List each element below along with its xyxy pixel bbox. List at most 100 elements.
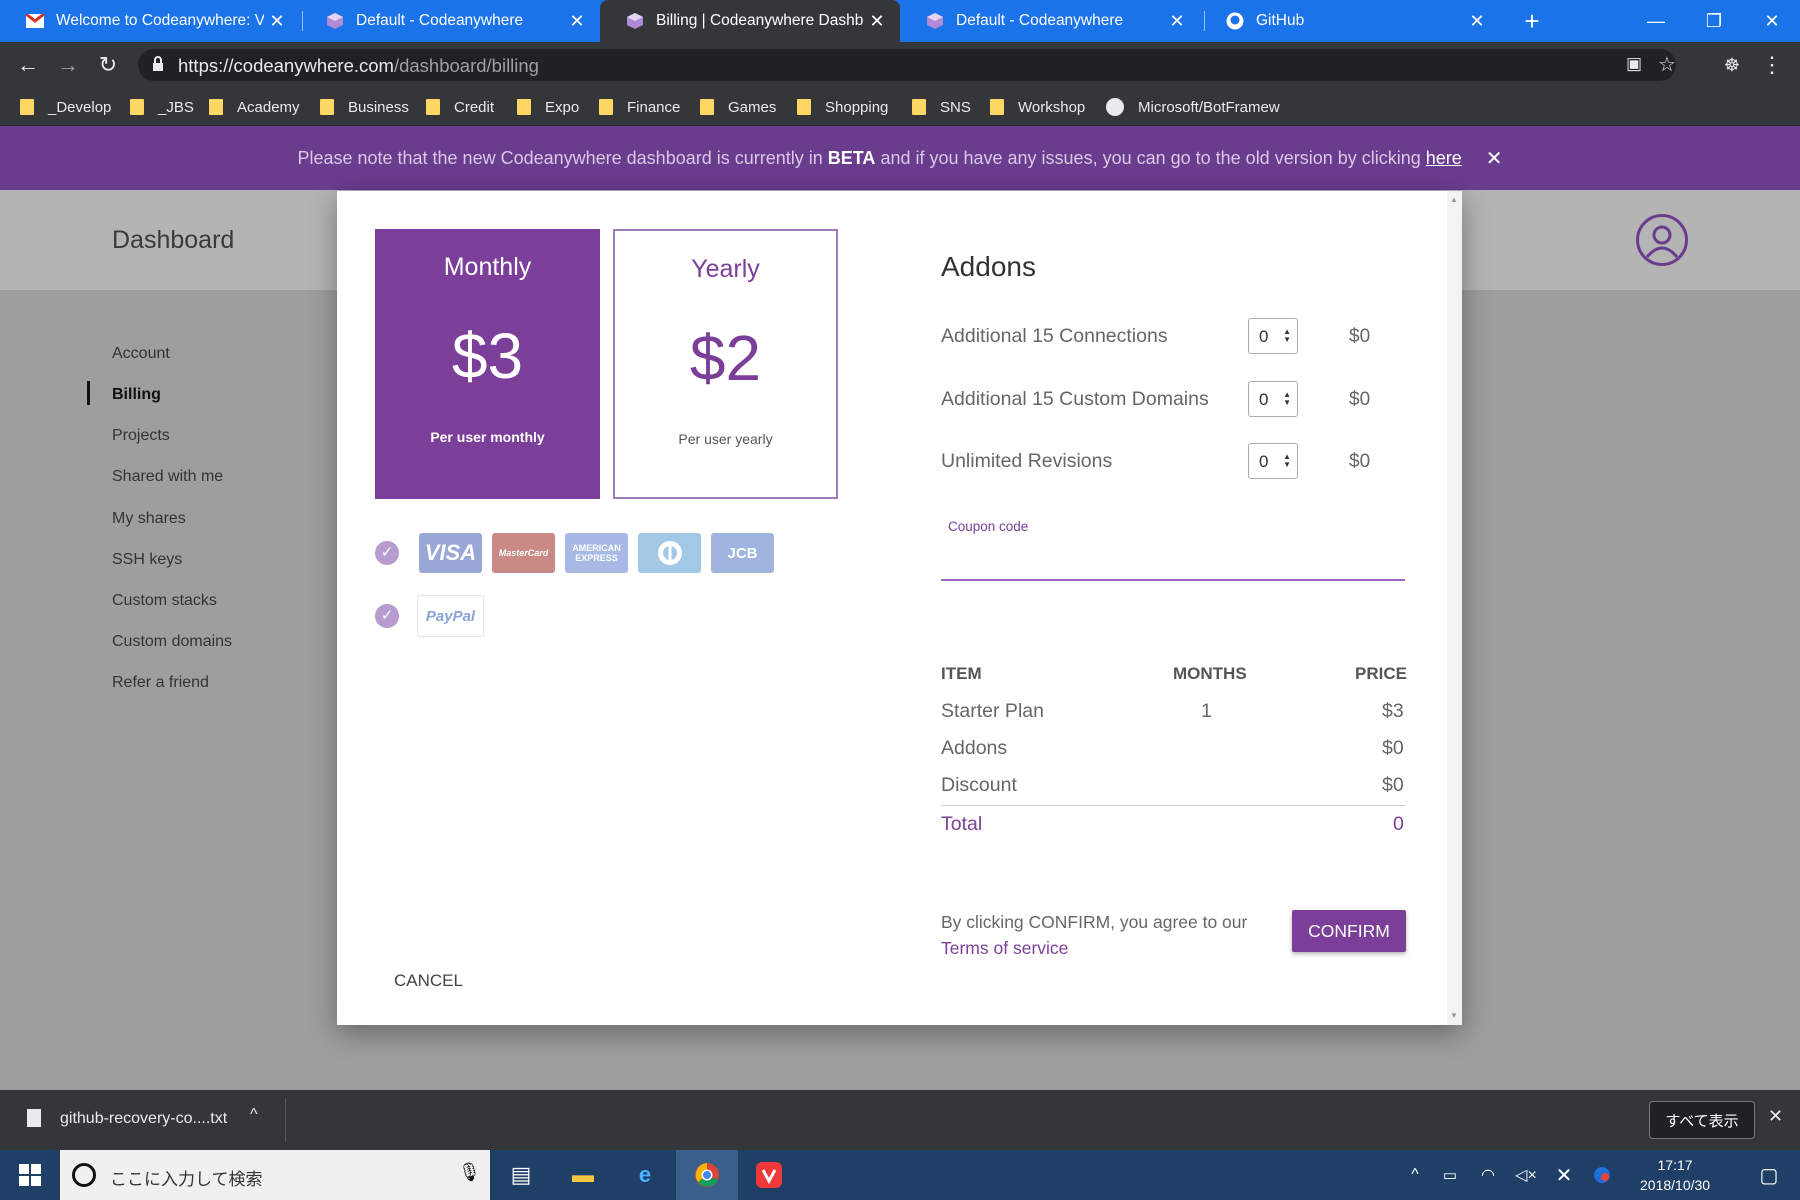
addon-price: $0 [1349, 451, 1371, 472]
volume-mute-icon[interactable]: ◁× [1508, 1150, 1544, 1200]
bookmark-item[interactable]: Expo [517, 88, 579, 126]
addon-label: Additional 15 Connections [941, 325, 1168, 347]
sidebar-item-custom-stacks[interactable]: Custom stacks [112, 592, 217, 610]
bookmark-star-icon[interactable]: ☆ [1658, 52, 1676, 77]
restore-button[interactable]: ❐ [1686, 0, 1742, 42]
scroll-down-icon[interactable]: ▼ [1450, 1011, 1458, 1020]
forward-icon[interactable]: → [48, 42, 88, 88]
addon-quantity-stepper[interactable]: 0 ▲ ▼ [1248, 318, 1298, 354]
windows-start-icon[interactable] [0, 1150, 60, 1200]
bookmark-item[interactable]: Finance [599, 88, 680, 126]
tab-default-1[interactable]: Default - Codeanywhere ✕ [300, 0, 600, 42]
stepper-arrows-icon[interactable]: ▲ ▼ [1283, 391, 1291, 407]
bookmark-item[interactable]: _Develop [20, 88, 111, 126]
menu-icon[interactable]: ⋮ [1752, 42, 1792, 88]
coupon-code-input[interactable] [941, 541, 1405, 579]
folder-icon [517, 99, 531, 115]
paypal-payment-radio[interactable]: ✓ [375, 604, 399, 628]
close-icon[interactable]: ✕ [1546, 1150, 1582, 1200]
divider [285, 1098, 286, 1142]
stepper-arrows-icon[interactable]: ▲ ▼ [1283, 453, 1291, 469]
close-banner-icon[interactable]: ✕ [1486, 146, 1503, 171]
tab-gmail[interactable]: Welcome to Codeanywhere: Veri ✕ [0, 0, 300, 42]
sidebar-item-account[interactable]: Account [112, 345, 170, 363]
terms-of-service-link[interactable]: Terms of service [941, 938, 1068, 958]
plan-yearly-card[interactable]: Yearly $2 Per user yearly [613, 229, 838, 499]
incognito-icon[interactable]: ☸ [1712, 42, 1752, 88]
tab-title: Default - Codeanywhere [956, 12, 1124, 29]
confirm-button[interactable]: CONFIRM [1292, 910, 1406, 952]
sidebar-item-shared-with-me[interactable]: Shared with me [112, 468, 223, 486]
modal-scrollbar[interactable]: ▲ ▼ [1447, 191, 1462, 1025]
close-shelf-icon[interactable]: ✕ [1768, 1106, 1783, 1127]
sidebar-item-ssh-keys[interactable]: SSH keys [112, 551, 182, 569]
file-explorer-icon[interactable]: ▬ [552, 1150, 614, 1200]
chevron-up-icon[interactable]: ^ [1400, 1150, 1430, 1200]
tab-github[interactable]: GitHub ✕ [1200, 0, 1500, 42]
close-tab-icon[interactable]: ✕ [564, 11, 590, 32]
onedrive-icon[interactable] [1584, 1150, 1620, 1200]
close-tab-icon[interactable]: ✕ [1164, 11, 1190, 32]
address-bar[interactable]: https://codeanywhere.com/dashboard/billi… [138, 49, 1676, 81]
sidebar-item-custom-domains[interactable]: Custom domains [112, 633, 232, 651]
scroll-up-icon[interactable]: ▲ [1450, 195, 1458, 204]
sidebar-item-refer-a-friend[interactable]: Refer a friend [112, 674, 209, 692]
avatar[interactable] [1636, 214, 1688, 266]
minimize-button[interactable]: — [1628, 0, 1684, 42]
bookmark-item[interactable]: _JBS [130, 88, 194, 126]
plan-monthly-card[interactable]: Monthly $3 Per user monthly [375, 229, 600, 499]
microphone-icon[interactable]: 🎙 [458, 1162, 481, 1183]
old-version-link[interactable]: here [1426, 148, 1462, 168]
new-tab-button[interactable]: + [1504, 0, 1560, 42]
notification-icon[interactable]: ▢ [1744, 1150, 1794, 1200]
battery-icon[interactable]: ▭ [1432, 1150, 1468, 1200]
codeanywhere-icon [926, 12, 944, 30]
cancel-button[interactable]: CANCEL [394, 971, 463, 991]
close-tab-icon[interactable]: ✕ [864, 11, 890, 32]
folder-icon [426, 99, 440, 115]
reload-icon[interactable]: ↻ [88, 42, 128, 88]
bookmark-item[interactable]: Business [320, 88, 409, 126]
taskbar-search-input[interactable]: ここに入力して検索 🎙 [60, 1150, 490, 1200]
bookmark-item[interactable]: SNS [912, 88, 971, 126]
translate-icon[interactable]: ▣ [1626, 54, 1642, 74]
sidebar-item-my-shares[interactable]: My shares [112, 510, 186, 528]
download-shelf: github-recovery-co....txt ^ すべて表示 ✕ [0, 1090, 1800, 1150]
edge-icon[interactable]: e [614, 1150, 676, 1200]
task-view-icon[interactable]: ▤ [490, 1150, 552, 1200]
plan-name: Yearly [691, 255, 760, 283]
sidebar-item-projects[interactable]: Projects [112, 427, 170, 445]
bookmark-label: Workshop [1018, 98, 1086, 116]
bookmark-item[interactable]: Microsoft/BotFramew [1106, 88, 1280, 126]
diners-card-icon [638, 533, 701, 573]
close-tab-icon[interactable]: ✕ [264, 11, 290, 32]
bookmark-item[interactable]: Credit [426, 88, 494, 126]
browser-tab-strip: Welcome to Codeanywhere: Veri ✕ Default … [0, 0, 1800, 42]
wifi-icon[interactable]: ◠ [1470, 1150, 1506, 1200]
addon-quantity-stepper[interactable]: 0 ▲ ▼ [1248, 381, 1298, 417]
chevron-up-icon[interactable]: ^ [250, 1106, 258, 1124]
bookmark-item[interactable]: Workshop [990, 88, 1085, 126]
amex-card-icon: AMERICAN EXPRESS [565, 533, 628, 573]
close-tab-icon[interactable]: ✕ [1464, 11, 1490, 32]
summary-header-price: PRICE [1355, 664, 1407, 683]
back-icon[interactable]: ← [8, 42, 48, 88]
chrome-icon[interactable] [676, 1150, 738, 1200]
stepper-arrows-icon[interactable]: ▲ ▼ [1283, 328, 1291, 344]
bookmark-label: Business [348, 98, 409, 116]
tab-default-2[interactable]: Default - Codeanywhere ✕ [900, 0, 1200, 42]
close-window-button[interactable]: ✕ [1744, 0, 1800, 42]
sidebar: Account Billing Projects Shared with me … [0, 290, 338, 1090]
vivaldi-icon[interactable] [738, 1150, 800, 1200]
bookmark-item[interactable]: Academy [209, 88, 300, 126]
system-clock[interactable]: 17:17 2018/10/30 [1640, 1155, 1710, 1195]
card-payment-radio[interactable]: ✓ [375, 541, 399, 565]
visa-card-icon: VISA [419, 533, 482, 573]
sidebar-item-billing[interactable]: Billing [112, 386, 161, 404]
tab-billing[interactable]: Billing | Codeanywhere Dashboar ✕ [600, 0, 900, 42]
bookmark-item[interactable]: Games [700, 88, 776, 126]
show-all-downloads-button[interactable]: すべて表示 [1649, 1101, 1755, 1139]
addon-quantity-stepper[interactable]: 0 ▲ ▼ [1248, 443, 1298, 479]
bookmark-item[interactable]: Shopping [797, 88, 888, 126]
download-file-name[interactable]: github-recovery-co....txt [60, 1110, 227, 1128]
